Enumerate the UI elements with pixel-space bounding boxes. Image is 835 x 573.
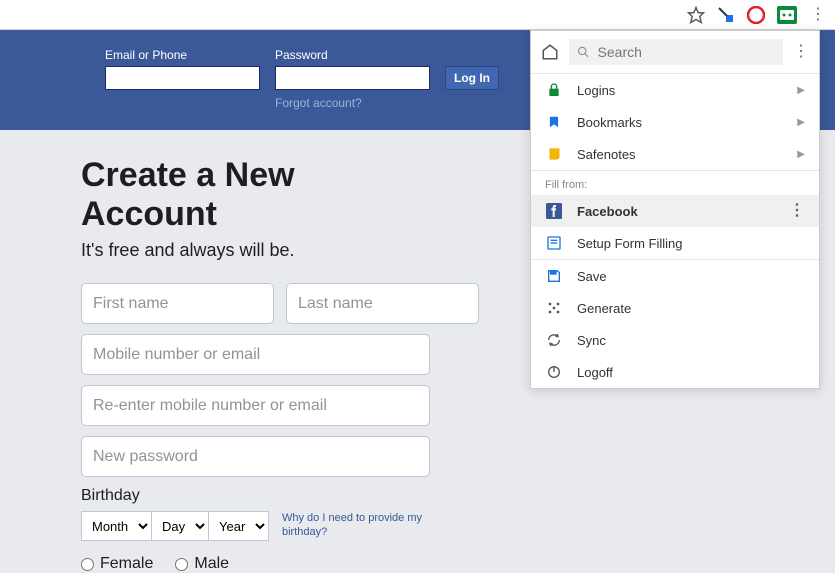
setup-form-item[interactable]: Setup Form Filling [531,227,819,259]
browser-menu-icon[interactable]: ⋮ [809,6,827,24]
reenter-mobile-field[interactable] [81,385,430,426]
sync-item[interactable]: Sync [531,324,819,356]
fill-facebook-item[interactable]: Facebook ⋮ [531,195,819,227]
bookmark-icon [545,113,563,131]
male-option[interactable]: Male [175,555,229,573]
email-field[interactable] [105,66,260,90]
year-select[interactable]: Year [208,511,269,541]
roboform-popup: ⋮ Logins ▶ Bookmarks ▶ Safenotes ▶ Fill … [530,30,820,389]
last-name-field[interactable] [286,283,479,324]
facebook-icon [545,202,563,220]
setup-form-label: Setup Form Filling [577,236,682,251]
star-icon[interactable] [687,6,705,24]
signup-form: Create a New Account It's free and alway… [0,130,430,573]
password-field[interactable] [275,66,430,90]
month-select[interactable]: Month [81,511,152,541]
home-icon[interactable] [541,43,559,61]
note-icon [545,145,563,163]
birthday-label: Birthday [81,487,430,505]
mobile-email-field[interactable] [81,334,430,375]
password-label: Password [275,48,430,62]
roboform-icon[interactable] [777,6,797,24]
opera-icon[interactable] [747,6,765,24]
search-icon [577,45,590,59]
safenotes-item[interactable]: Safenotes ▶ [531,138,819,170]
bookmarks-label: Bookmarks [577,115,642,130]
search-input[interactable] [598,44,775,60]
logins-label: Logins [577,83,615,98]
tagline: It's free and always will be. [81,240,430,261]
login-button[interactable]: Log In [445,66,499,90]
form-icon [545,234,563,252]
first-name-field[interactable] [81,283,274,324]
sync-icon [545,331,563,349]
save-label: Save [577,269,607,284]
save-icon [545,267,563,285]
forgot-account-link[interactable]: Forgot account? [275,96,430,110]
save-item[interactable]: Save [531,260,819,292]
chevron-right-icon: ▶ [797,117,805,128]
sync-label: Sync [577,333,606,348]
safenotes-label: Safenotes [577,147,636,162]
chevron-right-icon: ▶ [797,149,805,160]
popup-menu-icon[interactable]: ⋮ [793,44,809,60]
day-select[interactable]: Day [151,511,209,541]
power-icon [545,363,563,381]
search-box[interactable] [569,39,783,65]
lock-icon [545,81,563,99]
new-password-field[interactable] [81,436,430,477]
logoff-label: Logoff [577,365,613,380]
item-menu-icon[interactable]: ⋮ [789,203,805,219]
logins-item[interactable]: Logins ▶ [531,74,819,106]
fill-from-label: Fill from: [531,171,819,195]
bookmarks-item[interactable]: Bookmarks ▶ [531,106,819,138]
wand-icon[interactable] [717,6,735,24]
email-label: Email or Phone [105,48,260,62]
fill-facebook-label: Facebook [577,204,638,219]
generate-item[interactable]: Generate [531,292,819,324]
generate-label: Generate [577,301,631,316]
generate-icon [545,299,563,317]
logoff-item[interactable]: Logoff [531,356,819,388]
chevron-right-icon: ▶ [797,85,805,96]
why-birthday-link[interactable]: Why do I need to provide my birthday? [282,512,422,538]
page-title: Create a New Account [81,156,430,234]
browser-toolbar: ⋮ [0,0,835,30]
female-option[interactable]: Female [81,555,153,573]
